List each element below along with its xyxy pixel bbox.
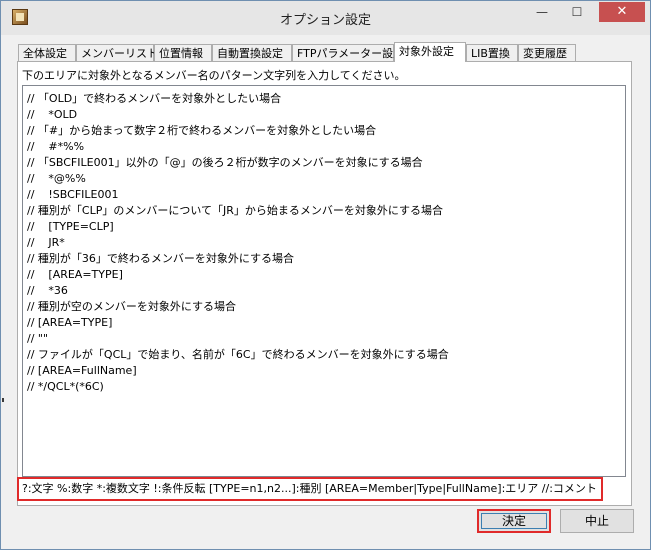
tab-general[interactable]: 全体設定 xyxy=(18,44,76,61)
tab-ftp-parameters[interactable]: FTPパラメーター設定 xyxy=(292,44,404,61)
editor-line: // *OLD xyxy=(27,108,78,121)
tab-change-history[interactable]: 変更履歴 xyxy=(518,44,576,61)
editor-line: // */QCL*(*6C) xyxy=(27,380,104,393)
editor-line: // ファイルが「QCL」で始まり、名前が「6C」で終わるメンバーを対象外にする… xyxy=(27,348,449,361)
cancel-button[interactable]: 中止 xyxy=(560,509,634,533)
edge-mark xyxy=(2,398,4,402)
editor-line: // 種別が「36」で終わるメンバーを対象外にする場合 xyxy=(27,252,295,265)
editor-line: // [AREA=FullName] xyxy=(27,364,137,377)
tab-position-info[interactable]: 位置情報 xyxy=(154,44,212,61)
editor-line: // [TYPE=CLP] xyxy=(27,220,114,233)
maximize-button[interactable]: ☐ xyxy=(562,2,592,22)
tab-member-list[interactable]: メンバーリスト xyxy=(76,44,158,61)
editor-line: // [AREA=TYPE] xyxy=(27,268,123,281)
editor-line: // 種別が「CLP」のメンバーについて「JR」から始まるメンバーを対象外にする… xyxy=(27,204,444,217)
editor-line: // 種別が空のメンバーを対象外にする場合 xyxy=(27,300,237,313)
editor-line: // [AREA=TYPE] xyxy=(27,316,113,329)
editor-line: // "" xyxy=(27,332,49,345)
ok-button[interactable]: 決定 xyxy=(477,509,551,533)
editor-line: // JR* xyxy=(27,236,65,249)
tab-lib-replace[interactable]: LIB置換 xyxy=(466,44,518,61)
editor-line: // 「OLD」で終わるメンバーを対象外としたい場合 xyxy=(27,92,282,105)
pattern-syntax-hint: ?:文字 %:数字 *:複数文字 !:条件反転 [TYPE=n1,n2...]:… xyxy=(17,477,603,501)
instruction-text: 下のエリアに対象外となるメンバー名のパターン文字列を入力してください。 xyxy=(22,69,406,82)
editor-line: // 「#」から始まって数字２桁で終わるメンバーを対象外としたい場合 xyxy=(27,124,377,137)
tab-exclusion[interactable]: 対象外設定 xyxy=(394,42,466,62)
editor-line: // *@%% xyxy=(27,172,86,185)
editor-line: // !SBCFILE001 xyxy=(27,188,119,201)
exclusion-pattern-editor[interactable]: // 「OLD」で終わるメンバーを対象外としたい場合 // *OLD // 「#… xyxy=(22,85,626,477)
editor-line: // *36 xyxy=(27,284,68,297)
editor-line: // 「SBCFILE001」以外の「@」の後ろ２桁が数字のメンバーを対象にする… xyxy=(27,156,423,169)
editor-lines: // 「OLD」で終わるメンバーを対象外としたい場合 // *OLD // 「#… xyxy=(27,91,449,395)
tab-auto-replace[interactable]: 自動置換設定 xyxy=(212,44,292,61)
minimize-button[interactable]: — xyxy=(527,2,557,22)
editor-line: // #*%% xyxy=(27,140,85,153)
title-bar[interactable]: オプション設定 — ☐ ✕ xyxy=(1,1,650,35)
close-button[interactable]: ✕ xyxy=(599,2,645,22)
